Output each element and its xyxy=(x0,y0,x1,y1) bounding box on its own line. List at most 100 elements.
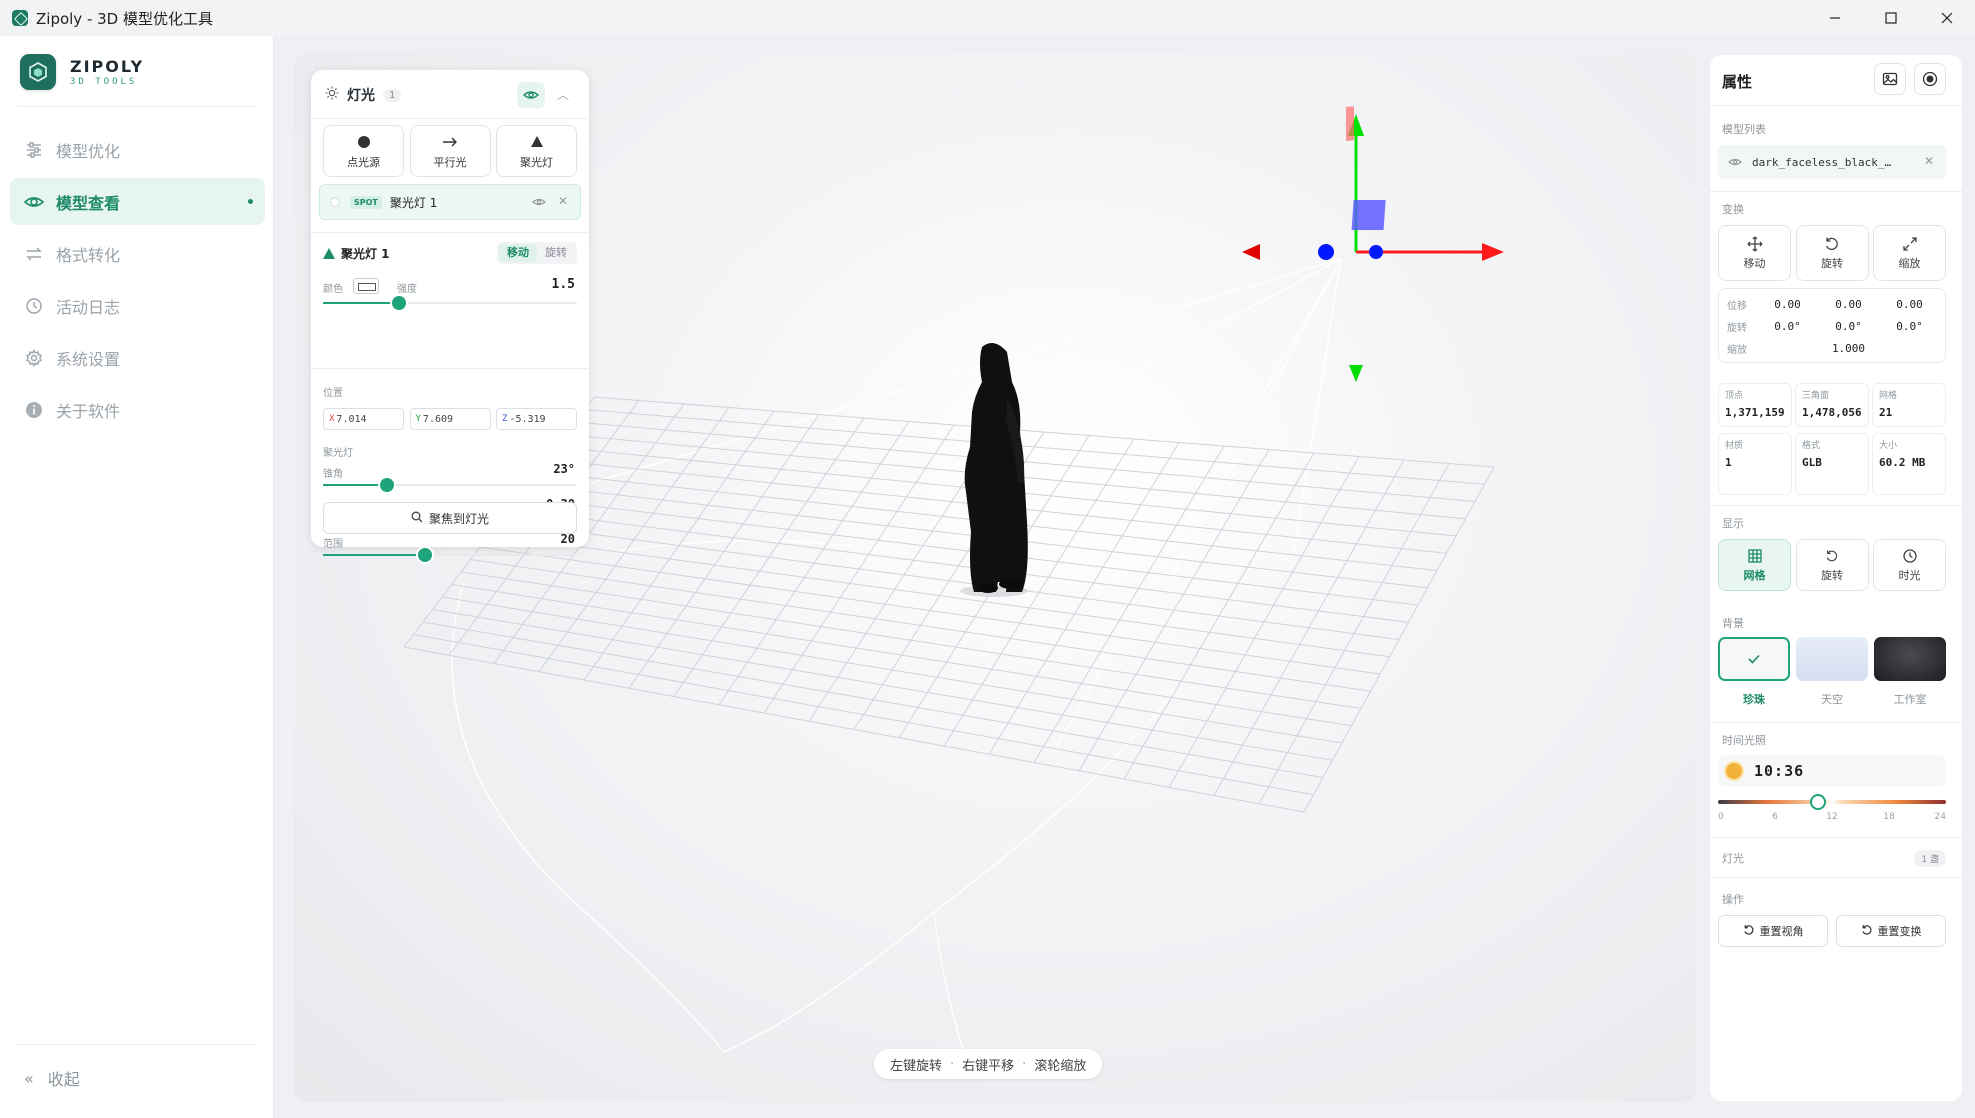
background-pearl-option[interactable]: 珍珠 xyxy=(1718,637,1790,707)
reset-view-button[interactable]: 重置视角 xyxy=(1718,915,1828,947)
light-color-swatch[interactable] xyxy=(353,278,379,294)
sidebar-item-format-convert[interactable]: 格式转化 xyxy=(10,230,265,277)
minimize-button[interactable] xyxy=(1807,0,1863,36)
transform-rotate-button[interactable]: 旋转 xyxy=(1795,225,1869,281)
toggle-time-light-button[interactable]: 时光 xyxy=(1873,539,1946,591)
reset-transform-button[interactable]: 重置变换 xyxy=(1836,915,1946,947)
intensity-slider[interactable] xyxy=(323,296,577,310)
stat-value: 1,371,159 xyxy=(1725,406,1785,419)
button-label: 重置视角 xyxy=(1759,925,1804,938)
window-controls xyxy=(1807,0,1975,36)
position-z-value[interactable]: 0.00 xyxy=(1879,298,1940,311)
time-slider[interactable] xyxy=(1718,800,1946,804)
stat-meshes: 网格 21 xyxy=(1872,383,1946,427)
remove-light-icon[interactable]: ✕ xyxy=(558,194,568,208)
record-icon xyxy=(1922,71,1938,87)
position-z-value: -5.319 xyxy=(509,413,546,425)
sidebar-item-label: 活动日志 xyxy=(56,297,121,317)
position-x-input[interactable]: X 7.014 xyxy=(323,408,404,430)
eye-icon[interactable] xyxy=(1728,157,1742,167)
chevron-up-icon[interactable]: ︿ xyxy=(557,86,569,103)
background-swatch[interactable] xyxy=(1874,637,1946,681)
background-swatch[interactable] xyxy=(1796,637,1868,681)
sidebar-item-settings[interactable]: 系统设置 xyxy=(10,334,265,381)
clock-icon xyxy=(1902,548,1917,564)
add-spotlight-button[interactable]: 聚光灯 xyxy=(496,125,577,177)
background-swatch[interactable] xyxy=(1718,637,1790,681)
record-button[interactable] xyxy=(1914,63,1946,95)
transform-move-button[interactable]: 移动 xyxy=(1718,225,1791,281)
eye-icon[interactable] xyxy=(532,196,546,211)
remove-model-icon[interactable]: ✕ xyxy=(1924,154,1934,168)
sidebar-item-activity-log[interactable]: 活动日志 xyxy=(10,282,265,329)
hint-pan: 右键平移 xyxy=(962,1058,1015,1074)
add-directional-light-button[interactable]: 平行光 xyxy=(409,125,491,177)
light-panel: 灯光 1 ︿ 点光源 平行光 聚光灯 SPOT 聚光灯 1 ✕ 聚光灯 1 移动… xyxy=(311,70,589,562)
position-y-value[interactable]: 0.00 xyxy=(1818,298,1879,311)
background-studio-option[interactable]: 工作室 xyxy=(1874,637,1946,707)
stat-label: 材质 xyxy=(1725,441,1744,451)
position-x-value[interactable]: 0.00 xyxy=(1757,298,1818,311)
slider-handle[interactable] xyxy=(417,548,432,562)
maximize-button[interactable] xyxy=(1863,0,1919,36)
close-window-button[interactable] xyxy=(1919,0,1975,36)
light-select-radio[interactable] xyxy=(330,197,340,207)
sidebar-item-label: 关于软件 xyxy=(56,401,121,421)
collapse-label: 收起 xyxy=(47,1070,80,1089)
stat-label: 大小 xyxy=(1879,441,1898,451)
checkmark-icon xyxy=(1748,654,1760,664)
button-label: 重置变换 xyxy=(1877,925,1922,938)
screenshot-button[interactable] xyxy=(1874,63,1906,95)
position-y-input[interactable]: Y 7.609 xyxy=(409,408,491,430)
button-label: 缩放 xyxy=(1898,256,1921,270)
transform-gizmo[interactable] xyxy=(1242,106,1504,382)
model-silhouette xyxy=(960,343,1028,597)
rotation-x-value[interactable]: 0.0° xyxy=(1757,320,1818,333)
range-slider[interactable] xyxy=(323,548,577,562)
divider xyxy=(311,368,589,369)
scale-icon xyxy=(1902,236,1918,252)
time-lighting-label: 时间光照 xyxy=(1722,734,1766,747)
toggle-autorotate-button[interactable]: 旋转 xyxy=(1795,539,1869,591)
lights-summary[interactable]: 灯光 1 盏 xyxy=(1722,850,1950,868)
sidebar-item-label: 模型优化 xyxy=(56,141,121,161)
close-icon xyxy=(1941,12,1953,24)
model-list-item[interactable]: dark_faceless_black_… ✕ xyxy=(1718,145,1946,179)
mode-rotate-tab[interactable]: 旋转 xyxy=(537,244,575,262)
slider-handle[interactable] xyxy=(392,296,407,310)
transform-scale-button[interactable]: 缩放 xyxy=(1873,225,1946,281)
mode-move-tab[interactable]: 移动 xyxy=(499,244,537,262)
rotation-y-value[interactable]: 0.0° xyxy=(1818,320,1879,333)
hint-zoom: 滚轮缩放 xyxy=(1034,1058,1087,1074)
add-point-light-button[interactable]: 点光源 xyxy=(323,125,404,177)
rotate-icon xyxy=(1825,548,1839,564)
display-buttons: 网格 旋转 时光 xyxy=(1718,539,1946,591)
sidebar-item-model-optimize[interactable]: 模型优化 xyxy=(10,126,265,173)
toggle-grid-button[interactable]: 网格 xyxy=(1718,539,1791,591)
light-panel-title: 灯光 xyxy=(347,88,375,104)
time-slider-handle[interactable] xyxy=(1810,794,1827,810)
rotate-icon xyxy=(1824,236,1840,252)
rotation-z-value[interactable]: 0.0° xyxy=(1879,320,1940,333)
light-list-item[interactable]: SPOT 聚光灯 1 ✕ xyxy=(319,184,581,220)
light-type-tag: SPOT xyxy=(350,195,382,209)
eye-icon xyxy=(24,192,44,212)
sun-icon xyxy=(1726,763,1742,779)
background-label: 工作室 xyxy=(1893,693,1927,706)
properties-title: 属性 xyxy=(1722,73,1753,91)
sidebar-item-model-view[interactable]: 模型查看 xyxy=(10,178,265,225)
time-display: 10:36 xyxy=(1718,755,1946,787)
sidebar-item-about[interactable]: 关于软件 xyxy=(10,386,265,433)
scale-value[interactable]: 1.000 xyxy=(1757,342,1940,355)
intensity-value: 1.5 xyxy=(551,277,575,292)
cone-angle-slider[interactable] xyxy=(323,478,577,492)
background-label: 珍珠 xyxy=(1743,693,1765,706)
slider-handle[interactable] xyxy=(379,478,394,492)
maximize-icon xyxy=(1885,12,1897,24)
toggle-lights-visibility-button[interactable] xyxy=(517,82,545,108)
focus-light-button[interactable]: 聚焦到灯光 xyxy=(323,502,577,534)
collapse-sidebar-button[interactable]: « 收起 xyxy=(24,1066,80,1090)
light-type-label: 点光源 xyxy=(347,155,380,169)
position-z-input[interactable]: Z -5.319 xyxy=(496,408,577,430)
background-sky-option[interactable]: 天空 xyxy=(1796,637,1868,707)
